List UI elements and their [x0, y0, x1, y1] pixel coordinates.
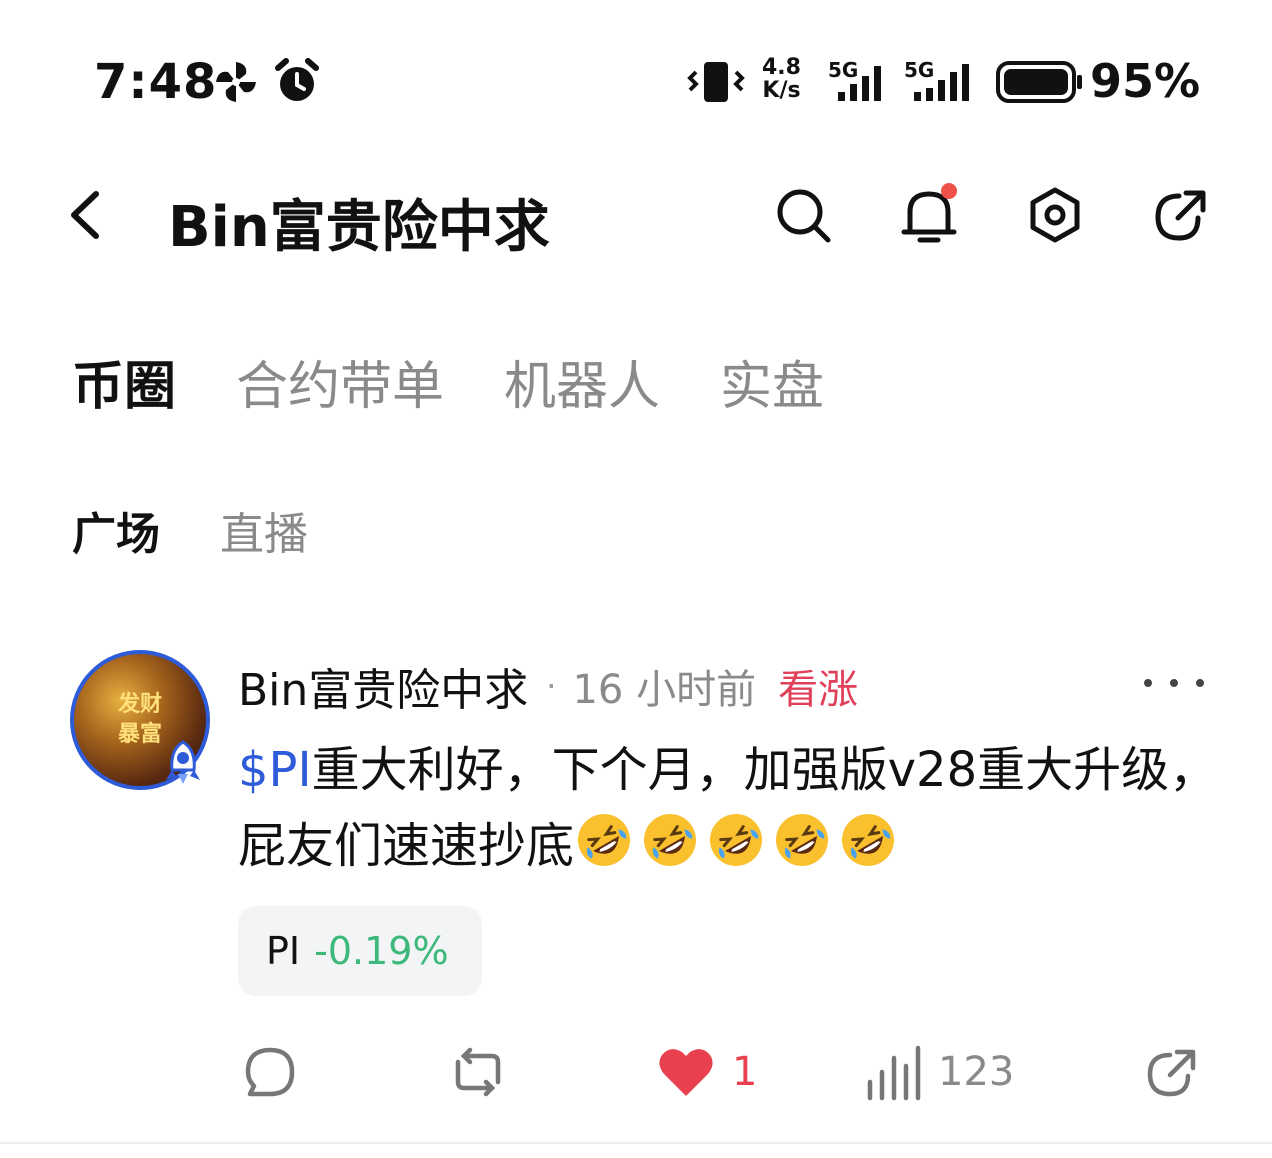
settings-button[interactable] — [1022, 182, 1088, 248]
back-button[interactable] — [54, 182, 120, 248]
more-dot-icon — [1170, 679, 1178, 687]
rolling-on-floor-laughing-emoji — [842, 814, 895, 866]
ticker-link[interactable]: $PI — [238, 742, 312, 798]
post-actions: 1 123 — [0, 1036, 1272, 1106]
tab-live-trading[interactable]: 实盘 — [720, 344, 824, 419]
search-button[interactable] — [770, 182, 836, 248]
signal-icon: 5G — [828, 58, 894, 104]
rolling-on-floor-laughing-emoji — [776, 814, 829, 866]
share-icon — [1147, 1049, 1196, 1097]
author-name[interactable]: Bin富贵险中求 — [238, 654, 528, 718]
feed-post: 发财 暴富 Bin富贵险中求 · 16 小时前 看涨 $PI重大利好，下个月，加… — [0, 640, 1272, 1145]
status-time: 7:48 — [94, 54, 218, 110]
primary-tabs: 币圈 合约带单 机器人 实盘 — [72, 344, 884, 419]
tab-live[interactable]: 直播 — [220, 498, 308, 562]
network-speed: 4.8 K/s — [762, 56, 801, 102]
avatar-text-line1: 发财 — [117, 692, 162, 717]
comment-icon — [245, 1047, 295, 1097]
ticker-chip[interactable]: PI -0.19% — [238, 906, 482, 996]
vibrate-icon — [687, 62, 745, 102]
alarm-icon — [275, 58, 319, 101]
pinwheel-icon — [216, 62, 256, 102]
repost-icon — [455, 1047, 501, 1097]
share-icon — [1155, 190, 1206, 241]
rolling-on-floor-laughing-emoji — [578, 814, 631, 866]
page-title: Bin富贵险中求 — [168, 195, 550, 260]
like-count: 1 — [732, 1049, 758, 1095]
network-speed-value: 4.8 — [762, 55, 801, 80]
signal-icon-2: 5G — [904, 58, 982, 104]
more-dot-icon — [1144, 679, 1152, 687]
comment-button[interactable] — [240, 1042, 300, 1102]
emoji-row — [574, 814, 904, 874]
rocket-badge-icon — [166, 740, 200, 784]
rolling-on-floor-laughing-emoji — [710, 814, 763, 866]
more-dot-icon — [1196, 679, 1204, 687]
bar-chart-icon — [867, 1045, 921, 1101]
tab-bots[interactable]: 机器人 — [504, 344, 660, 419]
top-app-bar: Bin富贵险中求 — [0, 160, 1272, 270]
settings-hex-icon — [1030, 187, 1080, 243]
share-post-button[interactable] — [1142, 1042, 1202, 1102]
chip-change: -0.19% — [314, 929, 449, 973]
view-count: 123 — [938, 1049, 1015, 1095]
like-button[interactable]: 1 — [656, 1042, 757, 1102]
secondary-tabs: 广场 直播 — [72, 500, 368, 560]
rolling-on-floor-laughing-emoji — [644, 814, 697, 866]
back-arrow-icon — [71, 191, 99, 239]
sentiment-tag: 看涨 — [778, 667, 859, 713]
tab-coin-circle[interactable]: 币圈 — [72, 344, 176, 419]
notification-button[interactable] — [896, 182, 962, 248]
post-meta: Bin富贵险中求 · 16 小时前 看涨 — [238, 658, 859, 716]
tab-square[interactable]: 广场 — [72, 498, 160, 562]
share-page-button[interactable] — [1148, 182, 1214, 248]
post-body: $PI重大利好，下个月，加强版v28重大升级，屁友们速速抄底 — [238, 732, 1218, 884]
divider — [0, 1142, 1272, 1144]
chip-symbol: PI — [266, 929, 301, 973]
more-options-button[interactable] — [1144, 668, 1204, 698]
tab-copy-trading[interactable]: 合约带单 — [236, 344, 444, 419]
battery-icon — [996, 61, 1082, 103]
network-speed-unit: K/s — [762, 78, 801, 103]
heart-icon — [659, 1049, 713, 1096]
bell-icon — [901, 183, 957, 243]
meta-separator: · — [546, 667, 557, 705]
search-icon — [777, 189, 831, 243]
repost-button[interactable] — [448, 1042, 508, 1102]
status-bar: 7:48 4.8 K/s 5G 5G 95% — [0, 0, 1272, 160]
post-time: 16 小时前 — [572, 667, 757, 713]
views-stat: 123 — [862, 1042, 1014, 1102]
battery-percent: 95% — [1090, 54, 1201, 108]
